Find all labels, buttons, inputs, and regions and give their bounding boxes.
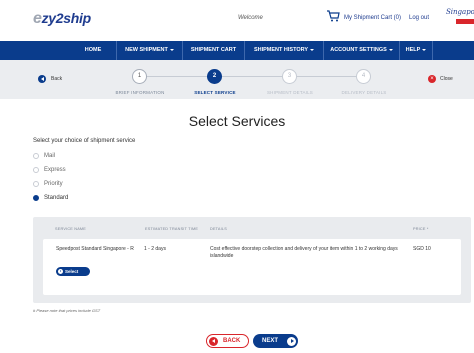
back-button[interactable]: BACK bbox=[206, 334, 249, 348]
nav-item-shipment-history[interactable]: SHIPMENT HISTORY bbox=[245, 41, 323, 60]
nav-item-label: HELP bbox=[405, 47, 421, 53]
top-header: ezy2ship Welcome My Shipment Cart (0) Lo… bbox=[0, 0, 474, 40]
stepper-close-label: Close bbox=[440, 76, 453, 82]
column-header-details: DETAILS bbox=[210, 227, 227, 231]
gst-note: # Please note that prices include GST bbox=[33, 308, 101, 313]
welcome-text: Welcome bbox=[238, 15, 263, 21]
details-cell: Cost effective doorstep collection and d… bbox=[210, 246, 398, 259]
column-header-price: PRICE * bbox=[413, 227, 429, 231]
caret-down-icon bbox=[388, 48, 393, 51]
service-prompt: Select your choice of shipment service bbox=[33, 138, 136, 144]
step-3-circle: 3 bbox=[282, 69, 297, 84]
singpost-logo: Singapore bbox=[446, 6, 474, 28]
radio-button-checked[interactable] bbox=[33, 195, 39, 201]
column-header-service: SERVICE NAME bbox=[55, 227, 87, 231]
step-2-circle: 2 bbox=[207, 69, 222, 84]
nav-item-home[interactable]: HOME bbox=[70, 41, 116, 60]
nav-divider bbox=[432, 41, 433, 60]
step-3-label: SHIPMENT DETAILS bbox=[266, 90, 314, 95]
nav-item-label: SHIPMENT HISTORY bbox=[253, 47, 309, 53]
nav-item-label: NEW SHIPMENT bbox=[125, 47, 168, 53]
main-nav: HOME NEW SHIPMENT SHIPMENT CART SHIPMENT… bbox=[0, 41, 474, 60]
nav-item-label: HOME bbox=[84, 47, 102, 53]
step-4-circle: 4 bbox=[356, 69, 371, 84]
nav-item-new-shipment[interactable]: NEW SHIPMENT bbox=[117, 41, 182, 60]
close-icon: × bbox=[428, 75, 436, 83]
nav-item-account-settings[interactable]: ACCOUNT SETTINGS bbox=[324, 41, 399, 60]
radio-button[interactable] bbox=[33, 153, 39, 159]
logo-prefix: e bbox=[33, 10, 42, 27]
caret-down-icon bbox=[422, 48, 427, 51]
ezy2ship-logo[interactable]: ezy2ship bbox=[33, 10, 91, 28]
step-4-label: DELIVERY DETAILS bbox=[341, 90, 387, 95]
stepper-back-button[interactable]: Back bbox=[38, 75, 62, 83]
nav-item-label: SHIPMENT CART bbox=[190, 47, 237, 53]
radio-button[interactable] bbox=[33, 181, 39, 187]
nav-item-shipment-cart[interactable]: SHIPMENT CART bbox=[183, 41, 244, 60]
column-header-transit: ESTIMATED TRANSIT TIME bbox=[145, 227, 199, 231]
step-2-label: SELECT SERVICE bbox=[194, 90, 236, 95]
nav-item-label: ACCOUNT SETTINGS bbox=[330, 47, 387, 53]
option-label: Priority bbox=[44, 181, 63, 187]
nav-item-help[interactable]: HELP bbox=[400, 41, 432, 60]
transit-time-cell: 1 - 2 days bbox=[144, 246, 166, 252]
step-connector bbox=[146, 76, 208, 77]
brand-script-text: Singapore bbox=[446, 8, 474, 16]
next-button[interactable]: NEXT bbox=[253, 334, 298, 348]
price-cell: SGD 10 bbox=[413, 246, 431, 252]
services-table: SERVICE NAME ESTIMATED TRANSIT TIME DETA… bbox=[33, 217, 471, 303]
logout-link[interactable]: Log out bbox=[409, 15, 429, 21]
shopping-cart-icon[interactable] bbox=[326, 10, 340, 22]
option-express[interactable]: Express bbox=[33, 167, 66, 173]
option-standard[interactable]: Standard bbox=[33, 195, 68, 201]
stepper-close-button[interactable]: × Close bbox=[428, 75, 453, 83]
step-connector bbox=[297, 76, 356, 77]
step-1-label: BRIEF INFORMATION bbox=[115, 90, 165, 95]
table-row: Speedpost Standard Singapore - R 1 - 2 d… bbox=[43, 239, 461, 295]
service-name-cell: Speedpost Standard Singapore - R bbox=[56, 246, 134, 252]
radio-button[interactable] bbox=[33, 167, 39, 173]
progress-stepper: Back 1 2 3 4 BRIEF INFORMATION SELECT SE… bbox=[0, 60, 474, 99]
step-connector bbox=[222, 76, 283, 77]
option-priority[interactable]: Priority bbox=[33, 181, 63, 187]
brand-red-bar bbox=[456, 19, 474, 24]
caret-down-icon bbox=[310, 48, 315, 51]
select-button-label: Select bbox=[65, 269, 79, 274]
next-arrow-icon bbox=[287, 336, 296, 346]
back-arrow-icon bbox=[38, 75, 46, 83]
next-button-label: NEXT bbox=[261, 338, 278, 344]
logo-text: zy2ship bbox=[41, 10, 92, 26]
shipment-cart-link[interactable]: My Shipment Cart (0) bbox=[344, 15, 401, 21]
option-mail[interactable]: Mail bbox=[33, 153, 55, 159]
option-label: Express bbox=[44, 167, 66, 173]
caret-down-icon bbox=[169, 48, 174, 51]
page-title: Select Services bbox=[188, 113, 286, 129]
back-button-label: BACK bbox=[223, 338, 241, 344]
option-label: Mail bbox=[44, 153, 56, 159]
option-label: Standard bbox=[44, 195, 69, 201]
step-1-circle: 1 bbox=[132, 69, 147, 84]
back-arrow-icon bbox=[209, 336, 218, 346]
arrow-right-icon bbox=[58, 269, 63, 274]
select-service-button[interactable]: Select bbox=[56, 267, 90, 276]
stepper-back-label: Back bbox=[51, 76, 63, 82]
